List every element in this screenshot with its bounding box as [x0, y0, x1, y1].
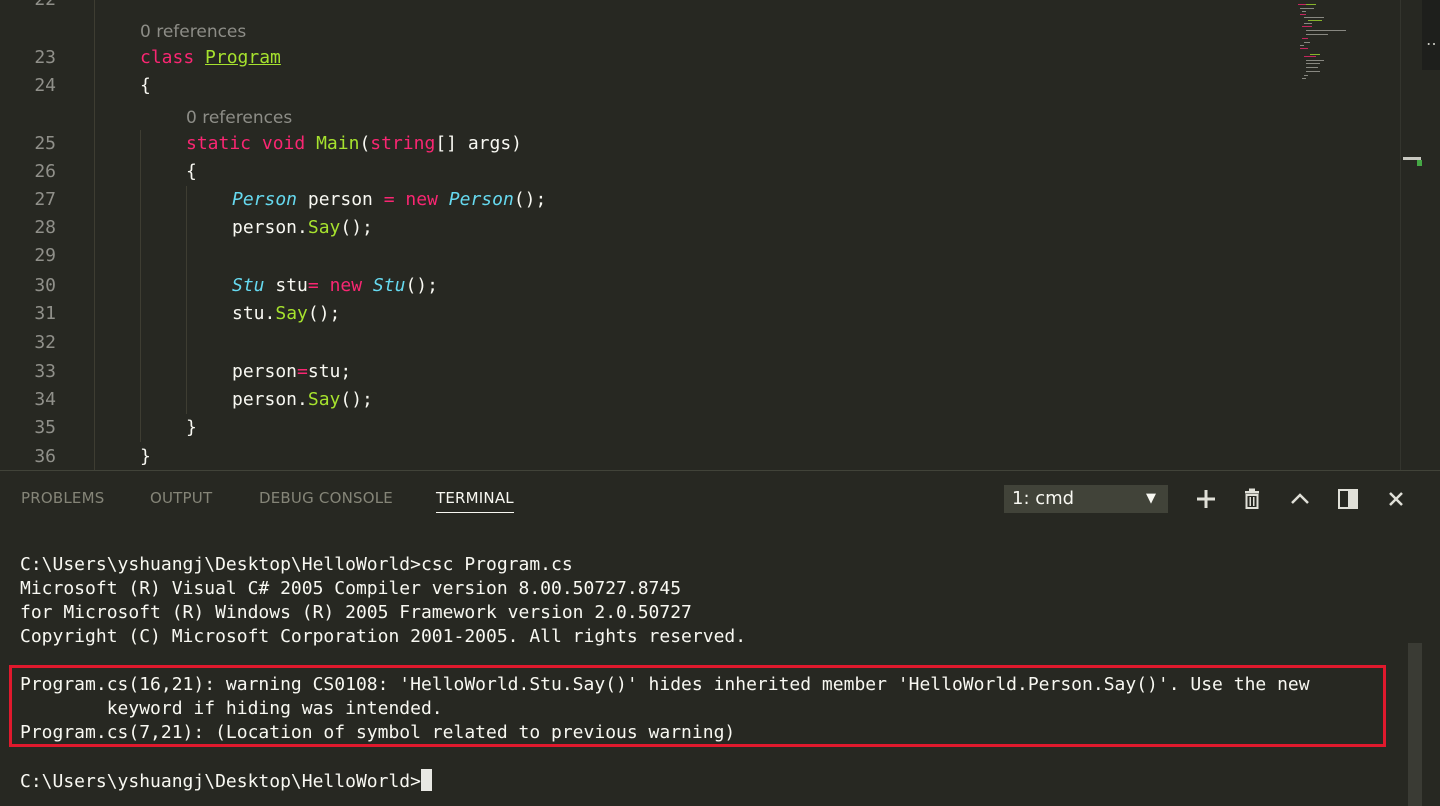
params: [] args) [435, 133, 523, 154]
operator: = [383, 189, 395, 210]
tab-debug-console[interactable]: DEBUG CONSOLE [259, 489, 393, 507]
call-end: (); [307, 303, 341, 324]
code-line: 34 person.Say(); [0, 386, 1400, 414]
code-line: 32 [0, 329, 1400, 357]
call-end: (); [340, 389, 373, 410]
identifier: person. [232, 217, 308, 238]
identifier: person [297, 189, 384, 210]
line-number: 25 [34, 133, 56, 154]
line-number: 31 [34, 303, 56, 324]
split-panel-icon[interactable] [1334, 485, 1362, 513]
warning-highlight-box [9, 665, 1386, 747]
brace: } [140, 446, 151, 467]
terminal-prompt: C:\Users\yshuangj\Desktop\HelloWorld> [20, 771, 421, 792]
terminal-line: Microsoft (R) Visual C# 2005 Compiler ve… [20, 578, 682, 599]
terminal-line: C:\Users\yshuangj\Desktop\HelloWorld>csc… [20, 554, 573, 575]
brace: { [140, 75, 151, 96]
line-number: 26 [34, 161, 56, 182]
type-name: Stu [232, 275, 265, 296]
code-line: 28 person.Say(); [0, 214, 1400, 242]
line-number: 34 [34, 389, 56, 410]
terminal-prompt-line: C:\Users\yshuangj\Desktop\HelloWorld> [20, 769, 432, 794]
paren: ( [359, 133, 371, 154]
chevron-down-icon: ▼ [1146, 491, 1156, 506]
line-number: 33 [34, 361, 56, 382]
call-end: (); [405, 275, 438, 296]
code-line: 33 person=stu; [0, 358, 1400, 386]
keyword: string [370, 133, 436, 154]
close-icon[interactable] [1382, 485, 1410, 513]
keyword: class [140, 47, 195, 68]
line-number: 23 [34, 47, 56, 68]
line-number: 36 [34, 446, 56, 467]
class-name: Program [205, 47, 281, 68]
line-number: 30 [34, 275, 56, 296]
code-line: 26 { [0, 158, 1400, 186]
code-line: 31 stu.Say(); [0, 300, 1400, 328]
code-line: 29 [0, 242, 1400, 270]
line-number: 24 [34, 75, 56, 96]
code-lens-references[interactable]: 0 references [140, 21, 246, 43]
terminal-scrollbar[interactable] [1408, 643, 1422, 806]
code-line: 23 class Program [0, 44, 1400, 72]
line-number: 27 [34, 189, 56, 210]
call-end: (); [513, 189, 547, 210]
more-icon[interactable]: ‥ [1426, 30, 1437, 49]
function-name: Say [275, 303, 308, 324]
line-number: 22 [0, 0, 56, 14]
operator: = [307, 275, 319, 296]
function-name: Main [316, 133, 360, 154]
code-line: 30 Stu stu= new Stu(); [0, 272, 1400, 300]
code-line: 24 { [0, 72, 1400, 100]
code-line: 25 static void Main(string[] args) [0, 130, 1400, 158]
type-name: Person [232, 189, 298, 210]
type-name: Stu [372, 275, 406, 296]
identifier: stu. [232, 303, 276, 324]
keyword: new [405, 189, 438, 210]
line-number: 29 [34, 245, 56, 266]
code-lens-references[interactable]: 0 references [186, 107, 292, 129]
add-terminal-icon[interactable] [1192, 485, 1220, 513]
line-number: 28 [34, 217, 56, 238]
tab-terminal[interactable]: TERMINAL [436, 489, 514, 513]
terminal-cursor [420, 769, 432, 791]
trash-icon[interactable] [1238, 485, 1266, 513]
code-line: 27 Person person = new Person(); [0, 186, 1400, 214]
line-number: 35 [34, 417, 56, 438]
code-editor[interactable]: 22 0 references 23 class Program 24 { 0 … [0, 0, 1440, 470]
brace: } [186, 417, 197, 438]
identifier: person [232, 361, 298, 382]
code-line: 35 } [0, 414, 1400, 442]
tab-output[interactable]: OUTPUT [150, 489, 212, 507]
type-name: Person [448, 189, 514, 210]
terminal-select-value: 1: cmd [1012, 488, 1075, 509]
keyword: new [329, 275, 363, 296]
chevron-up-icon[interactable] [1286, 485, 1314, 513]
call-end: (); [340, 217, 373, 238]
brace: { [186, 161, 197, 182]
bottom-panel: PROBLEMS OUTPUT DEBUG CONSOLE TERMINAL 1… [0, 470, 1440, 806]
identifier: stu [264, 275, 308, 296]
operator: = [297, 361, 308, 382]
function-name: Say [307, 389, 341, 410]
code-line: 36 } [0, 443, 1400, 470]
terminal-line: for Microsoft (R) Windows (R) 2005 Frame… [20, 602, 692, 623]
identifier: stu; [307, 361, 352, 382]
overview-ruler[interactable] [1400, 0, 1423, 470]
keyword: void [261, 133, 306, 154]
minimap[interactable] [1296, 0, 1366, 90]
terminal-select[interactable]: 1: cmd ▼ [1004, 485, 1168, 513]
tab-problems[interactable]: PROBLEMS [21, 489, 104, 507]
overview-change-marker [1417, 160, 1422, 166]
identifier: person. [232, 389, 308, 410]
line-number: 32 [34, 332, 56, 353]
terminal-line: Copyright (C) Microsoft Corporation 2001… [20, 626, 747, 647]
function-name: Say [307, 217, 341, 238]
keyword: static [186, 133, 252, 154]
